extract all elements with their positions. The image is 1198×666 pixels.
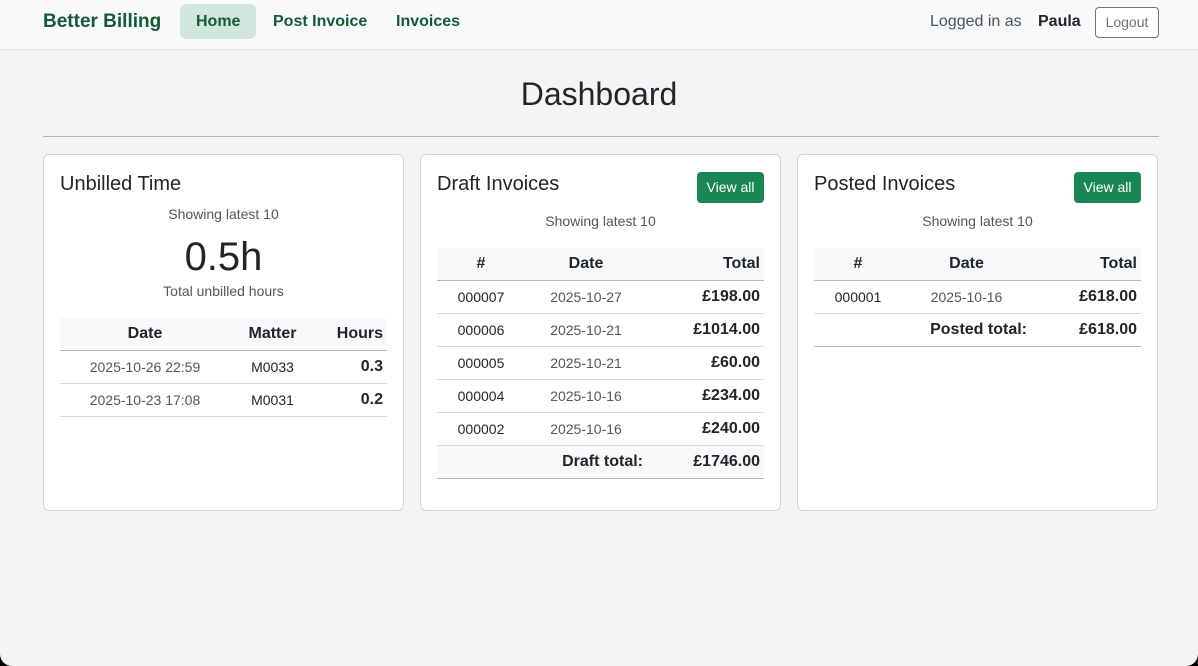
draft-total-value: £1746.00 bbox=[647, 445, 764, 479]
card-subtitle: Showing latest 10 bbox=[545, 213, 656, 229]
unbilled-time-card: Unbilled Time Showing latest 10 0.5h Tot… bbox=[43, 154, 404, 511]
col-hours: Hours bbox=[315, 318, 387, 351]
posted-invoices-table: # Date Total 000001 2025-10-16 £618.00 P… bbox=[814, 248, 1141, 347]
nav-invoices[interactable]: Invoices bbox=[380, 4, 476, 39]
table-header-row: # Date Total bbox=[437, 248, 764, 281]
invoice-number: 000001 bbox=[814, 280, 902, 314]
divider bbox=[43, 136, 1159, 137]
draft-total-row: Draft total: £1746.00 bbox=[437, 445, 764, 479]
invoice-number: 000006 bbox=[437, 313, 525, 347]
row-date: 2025-10-23 17:08 bbox=[60, 383, 230, 417]
invoice-total: £234.00 bbox=[647, 379, 764, 413]
invoice-date: 2025-10-27 bbox=[525, 280, 647, 314]
col-total: Total bbox=[1031, 248, 1141, 281]
row-hours: 0.3 bbox=[315, 350, 387, 384]
invoice-date: 2025-10-16 bbox=[525, 412, 647, 446]
table-row[interactable]: 000007 2025-10-27 £198.00 bbox=[437, 280, 764, 314]
col-number: # bbox=[437, 248, 525, 281]
table-header-row: # Date Total bbox=[814, 248, 1141, 281]
invoice-total: £1014.00 bbox=[647, 313, 764, 347]
card-title: Draft Invoices bbox=[437, 173, 560, 195]
nav-home[interactable]: Home bbox=[180, 4, 257, 39]
row-matter: M0033 bbox=[230, 350, 315, 384]
invoice-date: 2025-10-16 bbox=[902, 280, 1031, 314]
logged-in-label: Logged in as bbox=[930, 13, 1022, 30]
navbar: Better Billing Home Post Invoice Invoice… bbox=[0, 0, 1198, 50]
invoice-number: 000002 bbox=[437, 412, 525, 446]
unbilled-table: Date Matter Hours 2025-10-26 22:59 M0033… bbox=[60, 318, 387, 417]
card-title: Posted Invoices bbox=[814, 173, 956, 195]
nav-post-invoice[interactable]: Post Invoice bbox=[257, 4, 383, 39]
posted-total-row: Posted total: £618.00 bbox=[814, 313, 1141, 347]
row-matter: M0031 bbox=[230, 383, 315, 417]
table-row[interactable]: 000006 2025-10-21 £1014.00 bbox=[437, 313, 764, 347]
page-title: Dashboard bbox=[520, 76, 678, 112]
card-title: Unbilled Time bbox=[60, 173, 182, 195]
total-unbilled-value: 0.5h bbox=[184, 235, 263, 279]
draft-view-all-button[interactable]: View all bbox=[697, 172, 764, 203]
table-row[interactable]: 000005 2025-10-21 £60.00 bbox=[437, 346, 764, 380]
total-unbilled-label: Total unbilled hours bbox=[163, 283, 284, 299]
posted-total-label: Posted total: bbox=[902, 313, 1031, 347]
col-date: Date bbox=[902, 248, 1031, 281]
table-row: 2025-10-26 22:59 M0033 0.3 bbox=[60, 350, 387, 384]
posted-invoices-card: Posted Invoices View all Showing latest … bbox=[797, 154, 1158, 511]
invoice-date: 2025-10-16 bbox=[525, 379, 647, 413]
row-date: 2025-10-26 22:59 bbox=[60, 350, 230, 384]
invoice-total: £618.00 bbox=[1031, 280, 1141, 314]
invoice-number: 000004 bbox=[437, 379, 525, 413]
table-row[interactable]: 000002 2025-10-16 £240.00 bbox=[437, 412, 764, 446]
col-date: Date bbox=[60, 318, 230, 351]
total-spacer bbox=[437, 445, 525, 479]
logout-button[interactable]: Logout bbox=[1095, 7, 1159, 38]
posted-view-all-button[interactable]: View all bbox=[1074, 172, 1141, 203]
invoice-number: 000005 bbox=[437, 346, 525, 380]
invoice-date: 2025-10-21 bbox=[525, 313, 647, 347]
brand-logo[interactable]: Better Billing bbox=[43, 11, 161, 33]
invoice-date: 2025-10-21 bbox=[525, 346, 647, 380]
card-subtitle: Showing latest 10 bbox=[922, 213, 1033, 229]
total-spacer bbox=[814, 313, 902, 347]
row-hours: 0.2 bbox=[315, 383, 387, 417]
posted-total-value: £618.00 bbox=[1031, 313, 1141, 347]
col-total: Total bbox=[647, 248, 764, 281]
user-name: Paula bbox=[1038, 13, 1081, 30]
invoice-total: £240.00 bbox=[647, 412, 764, 446]
card-subtitle: Showing latest 10 bbox=[168, 206, 279, 222]
table-row: 2025-10-23 17:08 M0031 0.2 bbox=[60, 383, 387, 417]
table-header-row: Date Matter Hours bbox=[60, 318, 387, 351]
table-row[interactable]: 000001 2025-10-16 £618.00 bbox=[814, 280, 1141, 314]
draft-invoices-card: Draft Invoices View all Showing latest 1… bbox=[420, 154, 781, 511]
draft-invoices-table: # Date Total 000007 2025-10-27 £198.00 0… bbox=[437, 248, 764, 479]
col-number: # bbox=[814, 248, 902, 281]
col-matter: Matter bbox=[230, 318, 315, 351]
invoice-number: 000007 bbox=[437, 280, 525, 314]
invoice-total: £60.00 bbox=[647, 346, 764, 380]
invoice-total: £198.00 bbox=[647, 280, 764, 314]
draft-total-label: Draft total: bbox=[525, 445, 647, 479]
app-window: Better Billing Home Post Invoice Invoice… bbox=[0, 0, 1198, 666]
col-date: Date bbox=[525, 248, 647, 281]
table-row[interactable]: 000004 2025-10-16 £234.00 bbox=[437, 379, 764, 413]
